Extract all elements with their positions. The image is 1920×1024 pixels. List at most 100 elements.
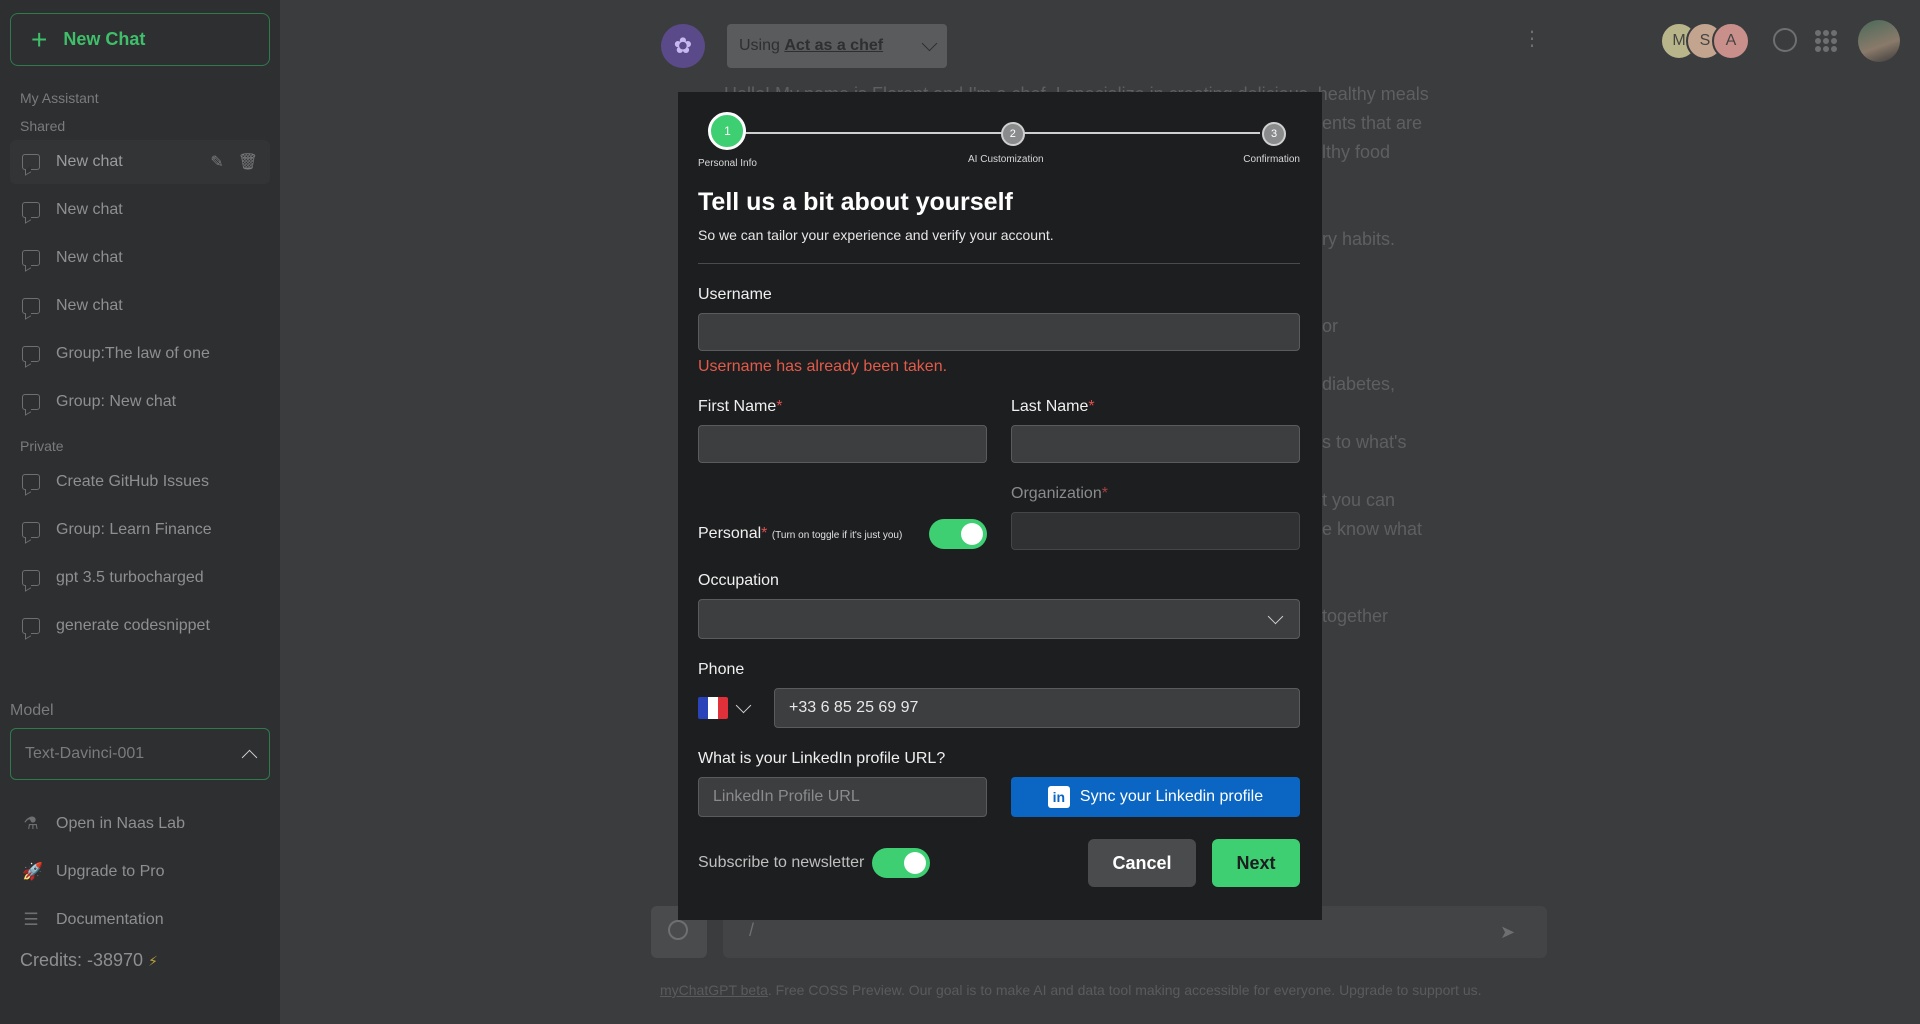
- message-line: e know what: [1322, 519, 1423, 539]
- last-name-input[interactable]: [1011, 425, 1300, 463]
- avatar[interactable]: A: [1712, 22, 1750, 60]
- globe-icon[interactable]: [1773, 28, 1797, 52]
- occupation-select[interactable]: [698, 599, 1300, 639]
- modal-title: Tell us a bit about yourself: [698, 188, 1013, 216]
- first-name-label-text: First Name: [698, 398, 777, 415]
- country-code-select[interactable]: [698, 697, 752, 719]
- onboarding-modal: 1 Personal Info 2 AI Customization 3 Con…: [678, 92, 1322, 920]
- chevron-down-icon: [735, 697, 752, 713]
- credits: Credits: -38970 ⚡: [10, 950, 270, 971]
- assistant-select-text: Using Act as a chef: [739, 37, 883, 55]
- chat-item[interactable]: Group:The law of one: [10, 332, 270, 376]
- stepper: 1 Personal Info 2 AI Customization 3 Con…: [698, 92, 1300, 176]
- personal-toggle[interactable]: [929, 518, 987, 549]
- message-line: t you can: [1322, 490, 1396, 510]
- chat-item[interactable]: New chat ✎ 🗑: [10, 140, 270, 184]
- chat-item[interactable]: gpt 3.5 turbocharged: [10, 556, 270, 600]
- footer-note: myChatGPT beta. Free COSS Preview. Our g…: [660, 982, 1482, 998]
- message-line: or: [1322, 316, 1339, 336]
- new-chat-button[interactable]: + New Chat: [10, 13, 270, 66]
- last-name-label: Last Name*: [1011, 398, 1300, 416]
- flask-icon: ⚗: [23, 814, 39, 833]
- chat-item[interactable]: New chat: [10, 236, 270, 280]
- message-line: diabetes,: [1322, 374, 1396, 394]
- personal-hint: (Turn on toggle if it's just you): [771, 529, 903, 541]
- message-line: lthy food: [1322, 142, 1391, 162]
- chat-bubble-icon: [22, 154, 40, 170]
- phone-label: Phone: [698, 661, 745, 678]
- linkedin-label: What is your LinkedIn profile URL?: [698, 750, 946, 767]
- france-flag-icon: [698, 697, 728, 719]
- modal-subtitle: So we can tailor your experience and ver…: [698, 227, 1054, 243]
- sync-linkedin-button[interactable]: in Sync your Linkedin profile: [1011, 777, 1300, 817]
- username-input[interactable]: [698, 313, 1300, 351]
- username-error: Username has already been taken.: [698, 358, 948, 375]
- step-confirmation: 3 Confirmation: [1243, 122, 1300, 165]
- footer-link[interactable]: myChatGPT beta: [660, 982, 768, 998]
- newsletter-toggle[interactable]: [872, 848, 931, 878]
- chat-item[interactable]: generate codesnippet: [10, 604, 270, 648]
- chat-item[interactable]: Create GitHub Issues: [10, 460, 270, 504]
- organization-input[interactable]: [1011, 512, 1300, 550]
- occupation-label: Occupation: [698, 572, 779, 589]
- step-ai-customization: 2 AI Customization: [968, 122, 1044, 165]
- chat-item-label: Group: New chat: [56, 393, 177, 410]
- newsletter-label: Subscribe to newsletter: [698, 854, 865, 871]
- chat-item[interactable]: New chat: [10, 188, 270, 232]
- credits-text: Credits: -38970: [20, 950, 144, 970]
- chat-item-label: Group:The law of one: [56, 345, 210, 362]
- chat-item-label: generate codesnippet: [56, 617, 210, 634]
- bottom-item-label: Open in Naas Lab: [56, 815, 185, 832]
- send-icon[interactable]: ➤: [1500, 922, 1515, 943]
- trash-icon[interactable]: 🗑: [238, 152, 258, 172]
- chat-item-label: New chat: [56, 153, 123, 170]
- organization-label: Organization*: [1011, 485, 1300, 503]
- chat-bubble-icon: [22, 570, 40, 586]
- required-mark: *: [1088, 398, 1095, 415]
- first-name-input[interactable]: [698, 425, 987, 463]
- documentation-link[interactable]: ☰ Documentation: [10, 896, 270, 944]
- model-select[interactable]: Text-Davinci-001: [10, 728, 270, 780]
- chat-bubble-icon: [22, 618, 40, 634]
- personal-label: Personal* (Turn on toggle if it's just y…: [698, 525, 902, 543]
- message-line: ry habits.: [1322, 229, 1396, 249]
- linkedin-url-input[interactable]: LinkedIn Profile URL: [698, 777, 987, 817]
- user-avatar[interactable]: [1858, 20, 1900, 62]
- chat-bubble-icon: [22, 346, 40, 362]
- chat-item[interactable]: New chat: [10, 284, 270, 328]
- chat-item[interactable]: Group: New chat: [10, 380, 270, 424]
- organization-label-text: Organization: [1011, 485, 1102, 502]
- more-options-icon[interactable]: ⋮: [1522, 26, 1542, 51]
- bot-avatar: ✿: [661, 24, 705, 68]
- required-mark: *: [1101, 485, 1108, 502]
- message-line: s to what's: [1322, 432, 1407, 452]
- section-my-assistant: My Assistant: [20, 90, 99, 106]
- step-label: Personal Info: [698, 158, 757, 169]
- message-line: together: [1322, 606, 1389, 626]
- edit-icon[interactable]: ✎: [210, 152, 223, 172]
- required-mark: *: [761, 524, 768, 542]
- sidebar: + New Chat My Assistant Shared New chat …: [0, 0, 280, 1024]
- cancel-button[interactable]: Cancel: [1088, 839, 1196, 887]
- chat-item-label: Create GitHub Issues: [56, 473, 209, 490]
- section-shared: Shared: [20, 118, 66, 134]
- phone-input[interactable]: +33 6 85 25 69 97: [774, 688, 1300, 728]
- open-naas-lab-link[interactable]: ⚗ Open in Naas Lab: [10, 800, 270, 848]
- next-button[interactable]: Next: [1212, 839, 1300, 887]
- chevron-up-icon: [241, 749, 258, 765]
- chevron-down-icon: [1267, 608, 1284, 625]
- plus-icon: +: [31, 23, 48, 55]
- participant-avatars: M S A: [1660, 22, 1750, 60]
- apps-grid-icon[interactable]: [1815, 30, 1837, 52]
- sync-linkedin-label: Sync your Linkedin profile: [1079, 788, 1264, 805]
- chat-item-label: gpt 3.5 turbocharged: [56, 569, 204, 586]
- chat-item-label: Group: Learn Finance: [56, 521, 212, 538]
- chat-bubble-icon: [22, 394, 40, 410]
- model-value: Text-Davinci-001: [25, 745, 145, 762]
- chat-item[interactable]: Group: Learn Finance: [10, 508, 270, 552]
- footer-text: . Free COSS Preview. Our goal is to make…: [767, 982, 1482, 998]
- upgrade-pro-link[interactable]: 🚀 Upgrade to Pro: [10, 848, 270, 896]
- chat-bubble-icon: [22, 474, 40, 490]
- using-value: Act as a chef: [784, 37, 884, 54]
- assistant-select[interactable]: Using Act as a chef: [727, 24, 947, 68]
